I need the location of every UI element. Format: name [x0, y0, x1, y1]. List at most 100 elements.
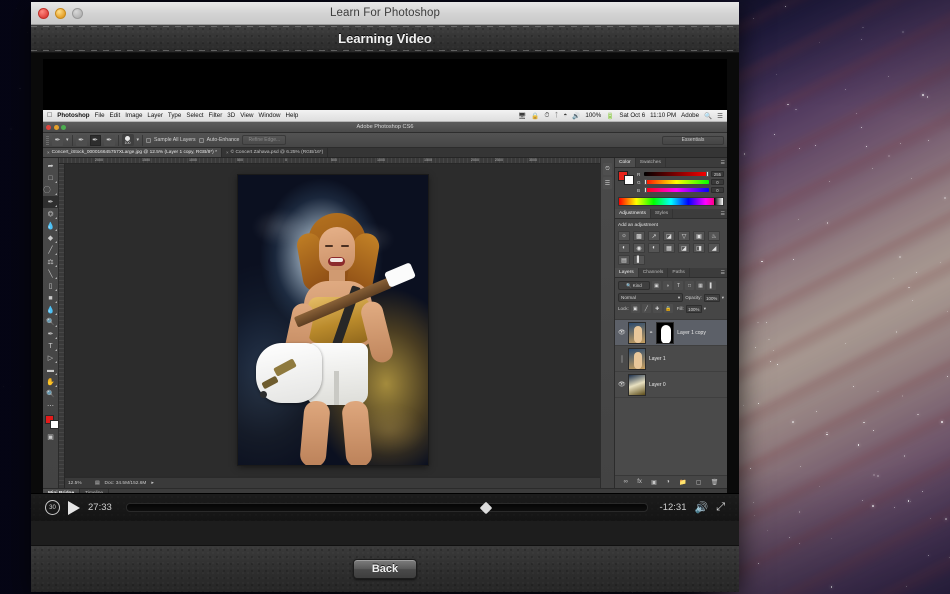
delete-layer-icon[interactable]: 🗑: [711, 479, 719, 486]
gradient-map-icon[interactable]: ▌: [633, 255, 645, 265]
tab-channels[interactable]: Channels: [639, 268, 669, 277]
posterize-icon[interactable]: ◨: [693, 243, 705, 253]
more-tools-icon[interactable]: ⋯: [43, 400, 58, 412]
blue-slider[interactable]: [644, 188, 709, 192]
blend-mode-select[interactable]: Normal ▾: [618, 293, 683, 302]
levels-icon[interactable]: ▩: [633, 231, 645, 241]
slider-thumb[interactable]: [644, 187, 647, 193]
menu-filter[interactable]: Filter: [209, 112, 223, 119]
layer-thumbnail[interactable]: [628, 322, 646, 344]
volume-icon[interactable]: 🔊: [694, 501, 708, 514]
tab-swatches[interactable]: Swatches: [636, 158, 666, 167]
blur-tool[interactable]: 💧: [43, 304, 58, 316]
document-tab-2[interactable]: × © Concert Zahava.psd @ 6.25% (RGB/16*): [222, 148, 328, 157]
new-group-icon[interactable]: 📁: [679, 479, 686, 486]
back-button[interactable]: Back: [353, 559, 417, 579]
lock-image-icon[interactable]: ╱: [642, 304, 651, 313]
properties-panel-icon[interactable]: ☰: [603, 177, 612, 189]
marquee-tool[interactable]: □: [43, 172, 58, 184]
background-color-swatch[interactable]: [624, 175, 634, 185]
history-brush-tool[interactable]: ╲: [43, 268, 58, 280]
eyedropper-tool[interactable]: 💧: [43, 220, 58, 232]
menu-window[interactable]: Window: [259, 112, 281, 119]
zoom-level[interactable]: 12.5%: [68, 481, 90, 486]
brush-size-picker[interactable]: 100: [122, 134, 134, 146]
zoom-tool[interactable]: 🔍: [43, 388, 58, 400]
chevron-down-icon[interactable]: ▾: [722, 295, 724, 301]
battery-icon[interactable]: 🔋: [606, 112, 614, 120]
color-lookup-icon[interactable]: ▦: [663, 243, 675, 253]
play-icon[interactable]: [68, 501, 80, 515]
menu-type[interactable]: Type: [168, 112, 181, 119]
tab-styles[interactable]: Styles: [651, 209, 673, 218]
red-slider[interactable]: [644, 172, 709, 176]
lock-position-icon[interactable]: ✚: [653, 304, 662, 313]
layer-mask-icon[interactable]: ▣: [651, 479, 657, 486]
bluetooth-icon[interactable]: ᛏ: [554, 112, 558, 119]
subtract-from-selection-button[interactable]: ✒: [104, 135, 115, 146]
add-to-selection-button[interactable]: ✒: [90, 135, 101, 146]
layer-visibility-toggle[interactable]: 👁: [618, 329, 625, 336]
battery-percent[interactable]: 100%: [585, 112, 601, 119]
hue-saturation-icon[interactable]: ▣: [693, 231, 705, 241]
minimize-button[interactable]: [55, 8, 66, 19]
tab-color[interactable]: Color: [615, 158, 636, 167]
menu-select[interactable]: Select: [186, 112, 203, 119]
tool-preset-chevron-icon[interactable]: ▾: [66, 137, 69, 143]
lock-transparent-icon[interactable]: ▣: [631, 304, 640, 313]
document-tab-1[interactable]: × Concert_iStock_000016645757XLarge.jpg …: [43, 148, 222, 157]
vibrance-icon[interactable]: ▽: [678, 231, 690, 241]
eraser-tool[interactable]: ▯: [43, 280, 58, 292]
color-balance-icon[interactable]: ♨: [708, 231, 720, 241]
current-tool-icon[interactable]: ✒: [52, 135, 63, 146]
panel-menu-icon[interactable]: ☰: [721, 211, 725, 217]
scrubber-handle[interactable]: [480, 501, 493, 514]
canvas-artboard[interactable]: [65, 164, 600, 476]
hand-tool[interactable]: ✋: [43, 376, 58, 388]
green-value[interactable]: 0: [711, 179, 724, 185]
clone-stamp-tool[interactable]: ⚖: [43, 256, 58, 268]
menubar-user[interactable]: Adobe: [681, 112, 699, 119]
lock-all-icon[interactable]: 🔒: [664, 304, 673, 313]
layer-row-3[interactable]: 👁 Layer 0: [615, 372, 727, 398]
mask-link-icon[interactable]: ⚭: [649, 330, 653, 336]
selective-color-icon[interactable]: ▤: [618, 255, 630, 265]
layer-filter-kind[interactable]: 🔍 Kind: [618, 281, 650, 290]
shape-filter-icon[interactable]: □: [685, 281, 694, 290]
sample-all-layers-checkbox[interactable]: [146, 138, 151, 143]
curves-icon[interactable]: ↗: [648, 231, 660, 241]
type-tool[interactable]: T: [43, 340, 58, 352]
color-spectrum-ramp[interactable]: [618, 197, 724, 206]
fill-value[interactable]: 100%: [686, 305, 702, 313]
volume-icon[interactable]: 🔊: [572, 112, 580, 120]
menu-3d[interactable]: 3D: [227, 112, 235, 119]
close-button[interactable]: [38, 8, 49, 19]
panel-menu-icon[interactable]: ☰: [721, 270, 725, 276]
layer-row-1[interactable]: 👁 ⚭ Layer 1 copy: [615, 320, 727, 346]
apple-logo-icon[interactable]: : [47, 112, 52, 119]
quick-selection-tool[interactable]: ✒: [43, 196, 58, 208]
close-tab-icon[interactable]: ×: [47, 150, 50, 155]
layer-name-3[interactable]: Layer 0: [649, 382, 666, 388]
layer-name-1[interactable]: Layer 1 copy: [677, 330, 706, 336]
options-bar-grip[interactable]: [46, 136, 49, 145]
layer-name-2[interactable]: Layer 1: [649, 356, 666, 362]
filter-toggle-icon[interactable]: ▌: [707, 281, 716, 290]
display-icon[interactable]: 🖥: [518, 112, 526, 120]
exposure-icon[interactable]: ◪: [663, 231, 675, 241]
layer-mask-thumbnail[interactable]: [656, 322, 674, 344]
threshold-icon[interactable]: ◢: [708, 243, 720, 253]
color-swatches[interactable]: [618, 171, 634, 185]
video-frame[interactable]:  Photoshop File Edit Image Layer Type S…: [43, 59, 727, 514]
dodge-tool[interactable]: 🔍: [43, 316, 58, 328]
layer-thumbnail[interactable]: [628, 348, 646, 370]
brightness-contrast-icon[interactable]: ☼: [618, 231, 630, 241]
refine-edge-button[interactable]: Refine Edge...: [242, 135, 286, 145]
rectangle-tool[interactable]: ▬: [43, 364, 58, 376]
fullscreen-icon[interactable]: ⤢: [716, 501, 725, 514]
crop-tool[interactable]: ⏣: [43, 208, 58, 220]
lock-icon[interactable]: 🔒: [531, 112, 539, 120]
menu-view[interactable]: View: [240, 112, 253, 119]
blue-value[interactable]: 0: [711, 187, 724, 193]
layer-style-icon[interactable]: fx: [637, 479, 642, 485]
